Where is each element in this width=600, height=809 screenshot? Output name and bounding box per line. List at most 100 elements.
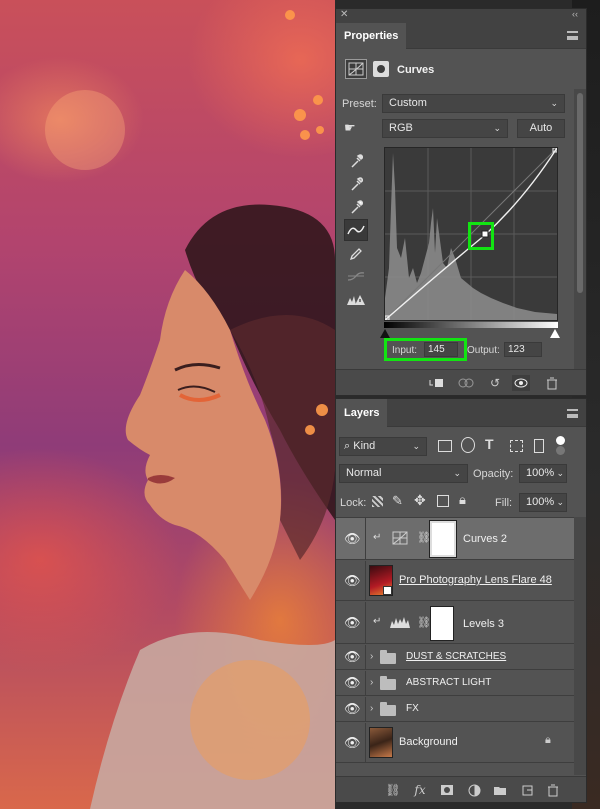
preset-value: Custom [389,97,427,109]
link-layers-icon[interactable]: ⛓︎ [384,782,402,798]
reset-icon[interactable]: ↺ [486,375,504,391]
layer-name: Pro Photography Lens Flare 48 [399,574,552,586]
layer-row-dust-scratches[interactable]: 👁︎ › DUST & SCRATCHES [336,645,574,670]
white-point-eyedropper-icon[interactable] [344,196,368,218]
curves-adjustment-icon[interactable] [345,59,367,79]
tab-properties[interactable]: Properties [336,23,407,49]
preset-label: Preset: [342,98,377,110]
layers-scrollbar[interactable] [574,517,586,775]
smart-object-badge-icon [383,586,392,595]
output-label: Output: [467,345,500,356]
filter-kind-dropdown[interactable]: ⌕ Kind ⌄ [339,437,427,456]
layer-row-background[interactable]: 👁︎ Background 🔒︎ [336,723,574,763]
lock-transparent-pixels-icon[interactable] [372,496,383,507]
preset-dropdown[interactable]: Custom ⌄ [382,94,565,113]
layer-row-fx[interactable]: 👁︎ › FX [336,697,574,722]
smart-object-filter-icon[interactable] [534,439,544,453]
curve-points-tool-icon[interactable] [344,219,368,241]
double-chevron-icon[interactable]: ‹‹ [572,9,578,19]
layer-mask-thumbnail[interactable] [430,606,454,641]
curve-point-highlight [468,222,494,250]
eye-icon[interactable]: 👁︎ [344,531,361,547]
channel-dropdown[interactable]: RGB ⌄ [382,119,508,138]
close-icon[interactable]: ✕ [340,9,348,20]
lock-all-icon[interactable]: 🔒︎ [459,492,466,508]
eye-icon[interactable]: 👁︎ [344,573,361,589]
new-group-icon[interactable] [491,782,509,798]
fill-field[interactable]: 100% ⌄ [519,493,567,512]
lock-position-icon[interactable]: ✥ [414,492,426,509]
gray-point-eyedropper-icon[interactable] [344,173,368,195]
blend-mode-dropdown[interactable]: Normal ⌄ [339,464,468,483]
layers-panel: Layers ⌕ Kind ⌄ T Normal ⌄ Opacity: 100%… [335,398,587,803]
layer-name: ABSTRACT LIGHT [406,677,492,688]
lock-icon: 🔒︎ [545,734,551,746]
eye-icon[interactable]: 👁︎ [344,615,361,631]
input-field-highlight [384,338,467,361]
properties-footer: ↺ [336,369,586,395]
eye-icon[interactable]: 👁︎ [344,675,361,691]
pencil-draw-icon[interactable] [344,243,368,265]
chain-link-icon[interactable]: ⛓︎ [417,531,431,544]
layers-tabbar: Layers [336,399,586,427]
background-thumbnail[interactable] [369,727,393,758]
target-adjustment-hand-icon[interactable]: ☛ [344,120,366,138]
filter-toggle-icon[interactable] [556,436,566,456]
panel-menu-icon[interactable] [567,31,578,40]
panel-titlebar[interactable]: ✕ ‹‹ [336,9,586,23]
adjustment-title: Curves [397,64,435,76]
mask-icon[interactable] [373,61,389,77]
new-layer-icon[interactable] [518,782,536,798]
lens-flare-thumbnail[interactable] [369,565,393,596]
view-previous-state-icon[interactable] [457,375,475,391]
trash-icon[interactable] [544,782,562,798]
visibility-eye-icon[interactable] [512,375,530,391]
portrait-illustration [45,10,335,809]
filter-kind-value: Kind [353,440,376,452]
expand-chevron-icon[interactable]: › [370,703,373,714]
lock-image-pixels-icon[interactable]: ✎ [392,493,403,509]
add-mask-icon[interactable] [438,782,456,798]
black-point-slider[interactable] [380,329,390,338]
scrollbar-thumb[interactable] [577,93,583,293]
expand-chevron-icon[interactable]: › [370,677,373,688]
expand-chevron-icon[interactable]: › [370,651,373,662]
auto-button[interactable]: Auto [517,119,565,138]
folder-icon [380,702,396,716]
layer-row-abstract-light[interactable]: 👁︎ › ABSTRACT LIGHT [336,671,574,696]
chain-link-icon[interactable]: ⛓︎ [417,616,431,629]
clip-to-layer-icon[interactable] [427,375,445,391]
white-point-slider[interactable] [550,329,560,338]
pixel-filter-icon[interactable] [438,440,452,452]
layer-name: DUST & SCRATCHES [406,651,507,662]
output-field[interactable]: 123 [504,342,542,357]
clipping-warning-icon[interactable] [344,289,368,311]
fx-icon[interactable]: fx [411,782,429,798]
layer-name: FX [406,703,419,714]
eye-icon[interactable]: 👁︎ [344,649,361,665]
panel-menu-icon[interactable] [567,409,578,418]
input-gradient-bar [384,322,558,328]
opacity-value: 100% [526,467,555,479]
opacity-field[interactable]: 100% ⌄ [519,464,567,483]
adjustment-layer-icon[interactable] [465,782,483,798]
fill-label: Fill: [495,497,513,509]
eye-icon[interactable]: 👁︎ [344,735,361,751]
black-point-eyedropper-icon[interactable] [344,150,368,172]
layer-row-levels-3[interactable]: 👁︎ ↵ ⛓︎ Levels 3 [336,602,574,644]
shape-filter-icon[interactable] [510,440,523,452]
layer-row-curves-2[interactable]: 👁︎ ↵ ⛓︎ Curves 2 [336,518,574,560]
layer-mask-thumbnail[interactable] [429,520,457,558]
layer-row-lens-flare[interactable]: 👁︎ Pro Photography Lens Flare 48 [336,561,574,601]
adjustment-filter-icon[interactable] [461,437,475,453]
trash-icon[interactable] [543,375,561,391]
tab-layers[interactable]: Layers [336,399,388,427]
fill-value: 100% [526,496,555,508]
smooth-curve-icon[interactable] [344,266,368,288]
folder-icon [380,676,396,690]
type-filter-icon[interactable]: T [485,436,494,452]
lock-artboard-icon[interactable] [437,495,449,507]
chevron-down-icon: ⌄ [412,441,420,451]
eye-icon[interactable]: 👁︎ [344,701,361,717]
properties-scrollbar[interactable] [574,89,586,371]
